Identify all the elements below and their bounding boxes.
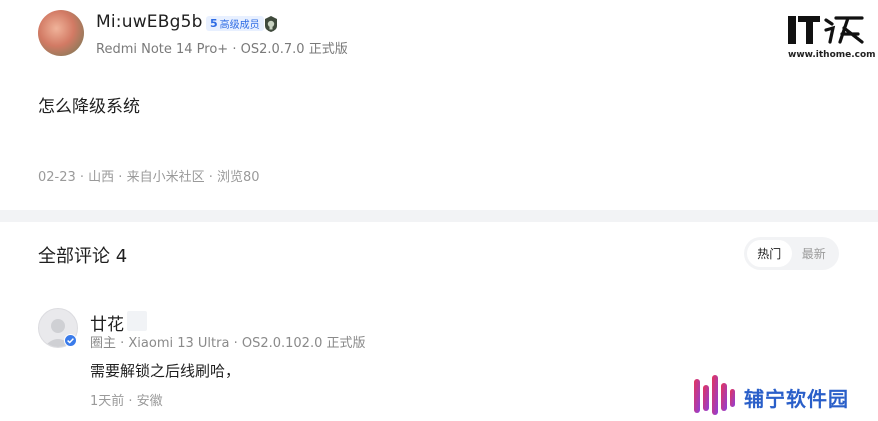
fuyu-logo-icon (694, 375, 735, 415)
level-label: 高级成员 (219, 20, 260, 31)
section-divider (0, 210, 878, 222)
sort-latest-button[interactable]: 最新 (792, 240, 837, 267)
level-number: 5 (210, 17, 218, 30)
ithome-url: www.ithome.com (788, 50, 876, 60)
medal-icon (265, 16, 277, 32)
commenter-role-device: 圈主 · Xiaomi 13 Ultra · OS2.0.102.0 正式版 (90, 336, 366, 351)
commenter-name-blank (127, 311, 147, 331)
comment-text: 需要解锁之后线刷哈， (90, 362, 241, 380)
verified-icon (64, 334, 77, 347)
level-badge: 5 高级成员 (206, 16, 264, 31)
post-content: 怎么降级系统 (38, 97, 140, 117)
author-name[interactable]: Mi:uwEBg5b (96, 12, 203, 32)
sort-hot-button[interactable]: 热门 (747, 240, 792, 267)
sort-toggle: 热门 最新 (744, 237, 839, 270)
post-meta: 02-23 · 山西 · 来自小米社区 · 浏览80 (38, 170, 260, 185)
comments-title: 全部评论 4 (38, 246, 128, 267)
device-info: Redmi Note 14 Pro+ · OS2.0.7.0 正式版 (96, 42, 348, 57)
comment-meta: 1天前 · 安徽 (90, 394, 163, 409)
fuyu-watermark-text: 辅宁软件园 (744, 387, 849, 411)
author-avatar[interactable] (38, 10, 84, 56)
